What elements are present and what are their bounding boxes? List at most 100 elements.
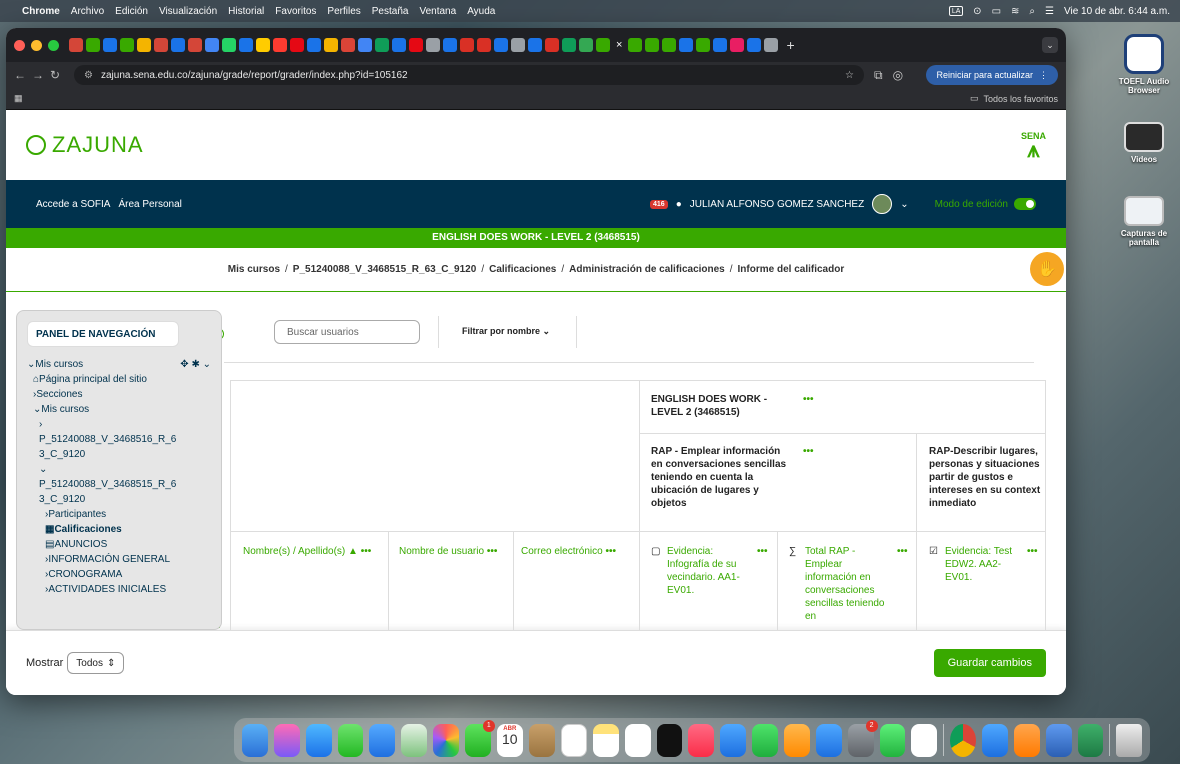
tab-favicon[interactable] bbox=[662, 38, 677, 52]
menu-visualizacion[interactable]: Visualización bbox=[159, 6, 217, 17]
sort-by-username-link[interactable]: Nombre de usuario bbox=[399, 546, 484, 557]
menu-favoritos[interactable]: Favoritos bbox=[275, 6, 316, 17]
forward-icon[interactable]: → bbox=[32, 68, 50, 82]
tree-item-actividades[interactable]: › ACTIVIDADES INICIALES bbox=[27, 582, 211, 597]
new-tab-icon[interactable]: + bbox=[786, 37, 794, 53]
preview-icon[interactable] bbox=[981, 723, 1008, 757]
tab-favicon[interactable] bbox=[239, 38, 253, 52]
handshake-icon[interactable]: ✋ bbox=[1030, 252, 1064, 286]
breadcrumb-course[interactable]: P_51240088_V_3468515_R_63_C_9120 bbox=[293, 264, 477, 275]
column-menu[interactable]: ••• bbox=[487, 546, 498, 557]
launchpad-icon[interactable] bbox=[273, 723, 300, 757]
tree-item-secciones[interactable]: › Secciones bbox=[27, 387, 211, 402]
tree-item-mis-cursos-2[interactable]: ⌄ Mis cursos bbox=[27, 402, 211, 417]
tree-item-calificaciones[interactable]: ▦ Calificaciones bbox=[27, 522, 211, 537]
tab-favicon[interactable] bbox=[358, 38, 372, 52]
tab-favicon[interactable] bbox=[256, 38, 270, 52]
finder-icon[interactable] bbox=[242, 723, 268, 757]
breadcrumb-mis-cursos[interactable]: Mis cursos bbox=[228, 264, 280, 275]
tab-favicon[interactable] bbox=[409, 38, 423, 52]
area-personal-link[interactable]: Área Personal bbox=[118, 199, 181, 210]
tab-favicon[interactable] bbox=[69, 38, 83, 52]
sena-logo[interactable]: SENA ⩚ bbox=[1021, 131, 1046, 161]
menu-edicion[interactable]: Edición bbox=[115, 6, 148, 17]
notification-badge[interactable]: 416 bbox=[650, 199, 668, 209]
pages-icon[interactable] bbox=[784, 723, 810, 757]
numbers-icon[interactable] bbox=[752, 723, 779, 757]
column-name-header[interactable]: Nombre(s) / Apellido(s) ▲ ••• bbox=[243, 545, 383, 558]
battery-icon[interactable]: ▭ bbox=[992, 6, 1001, 17]
tab-favicon[interactable] bbox=[290, 38, 304, 52]
apps-grid-icon[interactable]: ▦ bbox=[14, 93, 23, 104]
tab-favicon[interactable] bbox=[764, 38, 779, 52]
messages-icon[interactable]: ● bbox=[676, 199, 682, 210]
user-menu-chevron-icon[interactable]: ⌄ bbox=[900, 199, 908, 210]
column-menu[interactable]: ••• bbox=[606, 546, 617, 557]
tree-item-cronograma[interactable]: › CRONOGRAMA bbox=[27, 567, 211, 582]
tab-favicon[interactable] bbox=[460, 38, 474, 52]
keynote-icon[interactable] bbox=[720, 723, 747, 757]
tab-favicon[interactable] bbox=[679, 38, 694, 52]
tab-favicon[interactable] bbox=[494, 38, 508, 52]
books-icon[interactable] bbox=[1013, 723, 1040, 757]
breadcrumb-calificaciones[interactable]: Calificaciones bbox=[489, 264, 556, 275]
all-bookmarks-button[interactable]: ▭ Todos los favoritos bbox=[970, 93, 1058, 104]
update-button[interactable]: Reiniciar para actualizar ⋮ bbox=[926, 65, 1058, 85]
tree-item-participantes[interactable]: › Participantes bbox=[27, 507, 211, 522]
contacts-icon[interactable] bbox=[528, 723, 555, 757]
course-category-menu[interactable]: ••• bbox=[803, 393, 814, 406]
menu-ventana[interactable]: Ventana bbox=[419, 6, 456, 17]
tab-favicon[interactable] bbox=[511, 38, 525, 52]
sort-by-email-link[interactable]: Correo electrónico bbox=[521, 546, 603, 557]
column-username-header[interactable]: Nombre de usuario ••• bbox=[399, 545, 514, 558]
omnibox[interactable]: ⚙ zajuna.sena.edu.co/zajuna/grade/report… bbox=[74, 65, 864, 85]
tree-item-anuncios[interactable]: ▤ ANUNCIOS bbox=[27, 537, 211, 552]
tab-favicon[interactable] bbox=[375, 38, 389, 52]
edit-mode-toggle[interactable]: Modo de edición bbox=[935, 198, 1036, 210]
trash-icon[interactable] bbox=[1116, 723, 1143, 757]
grade-item-evidencia-2[interactable]: Evidencia: Test EDW2. AA2-EV01. bbox=[945, 545, 1021, 584]
screen-record-icon[interactable]: ⊙ bbox=[973, 6, 981, 17]
grade-item-menu[interactable]: ••• bbox=[1027, 545, 1038, 558]
calendar-icon[interactable]: ABR 10 bbox=[496, 723, 523, 757]
tab-favicon[interactable] bbox=[696, 38, 711, 52]
tab-favicon[interactable] bbox=[324, 38, 338, 52]
breadcrumb-administracion[interactable]: Administración de calificaciones bbox=[569, 264, 725, 275]
menu-historial[interactable]: Historial bbox=[228, 6, 264, 17]
tab-favicon[interactable] bbox=[477, 38, 491, 52]
tab-favicon[interactable] bbox=[713, 38, 728, 52]
save-changes-button[interactable]: Guardar cambios bbox=[933, 649, 1046, 677]
tab-favicon-active[interactable] bbox=[596, 38, 610, 52]
input-source-icon[interactable]: LA bbox=[949, 6, 964, 16]
menubar-clock[interactable]: Vie 10 de abr. 6:44 a.m. bbox=[1064, 6, 1170, 17]
freeform-icon[interactable] bbox=[624, 723, 651, 757]
desktop-icon-videos[interactable]: Videos bbox=[1116, 122, 1172, 164]
sofia-link[interactable]: Accede a SOFIA bbox=[36, 199, 110, 210]
tab-favicon[interactable] bbox=[645, 38, 660, 52]
tab-favicon[interactable] bbox=[730, 38, 745, 52]
tab-favicon[interactable] bbox=[222, 38, 236, 52]
menu-pestana[interactable]: Pestaña bbox=[372, 6, 409, 17]
tab-favicon[interactable] bbox=[188, 38, 202, 52]
menu-ayuda[interactable]: Ayuda bbox=[467, 6, 495, 17]
control-center-icon[interactable]: ☰ bbox=[1045, 6, 1054, 17]
filter-by-name-dropdown[interactable]: Filtrar por nombre ⌄ bbox=[462, 326, 550, 337]
tab-favicon[interactable] bbox=[103, 38, 117, 52]
tab-favicon[interactable] bbox=[205, 38, 219, 52]
system-settings-icon[interactable]: 2 bbox=[847, 719, 878, 757]
chrome-icon[interactable] bbox=[950, 723, 976, 757]
minimize-window-button[interactable] bbox=[31, 39, 42, 51]
site-info-icon[interactable]: ⚙ bbox=[84, 70, 93, 81]
music-icon[interactable] bbox=[688, 723, 715, 757]
facetime-icon[interactable]: 1 bbox=[465, 719, 495, 757]
excel-icon[interactable] bbox=[1077, 723, 1104, 757]
column-email-header[interactable]: Correo electrónico ••• bbox=[521, 545, 639, 558]
close-tab-icon[interactable]: × bbox=[616, 39, 622, 51]
app-store-icon[interactable] bbox=[815, 723, 842, 757]
tab-favicon[interactable] bbox=[528, 38, 542, 52]
column-menu[interactable]: ••• bbox=[361, 546, 372, 557]
profile-icon[interactable]: ◎ bbox=[893, 68, 903, 82]
tree-item-course-2[interactable]: ⌄ P_51240088_V_3468515_R_6 3_C_9120 bbox=[27, 462, 211, 507]
tab-favicon[interactable] bbox=[628, 38, 643, 52]
menu-app-name[interactable]: Chrome bbox=[22, 6, 60, 17]
